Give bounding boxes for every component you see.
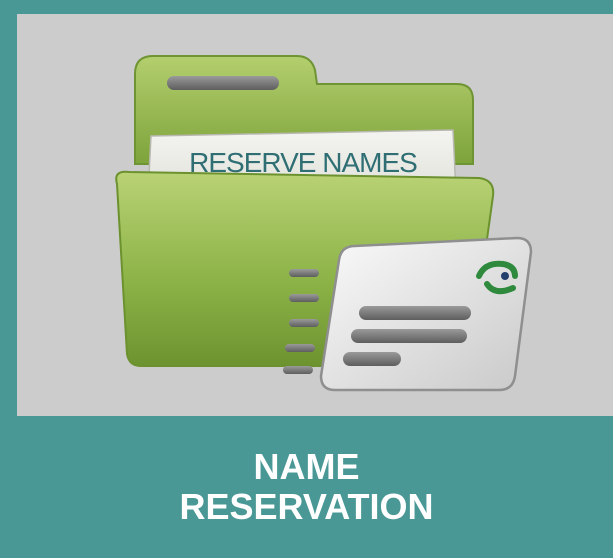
name-reservation-tile[interactable]: RESERVE NAMES NAME RESERVATION — [0, 0, 613, 558]
tile-illustration: RESERVE NAMES — [17, 14, 613, 416]
tile-title: NAME RESERVATION — [179, 447, 433, 527]
folder-with-card-icon: RESERVE NAMES — [115, 55, 533, 392]
folder-handle — [167, 76, 279, 90]
tile-title-line2: RESERVATION — [179, 486, 434, 527]
tile-title-line1: NAME — [253, 446, 360, 487]
tile-label: NAME RESERVATION — [0, 416, 613, 558]
